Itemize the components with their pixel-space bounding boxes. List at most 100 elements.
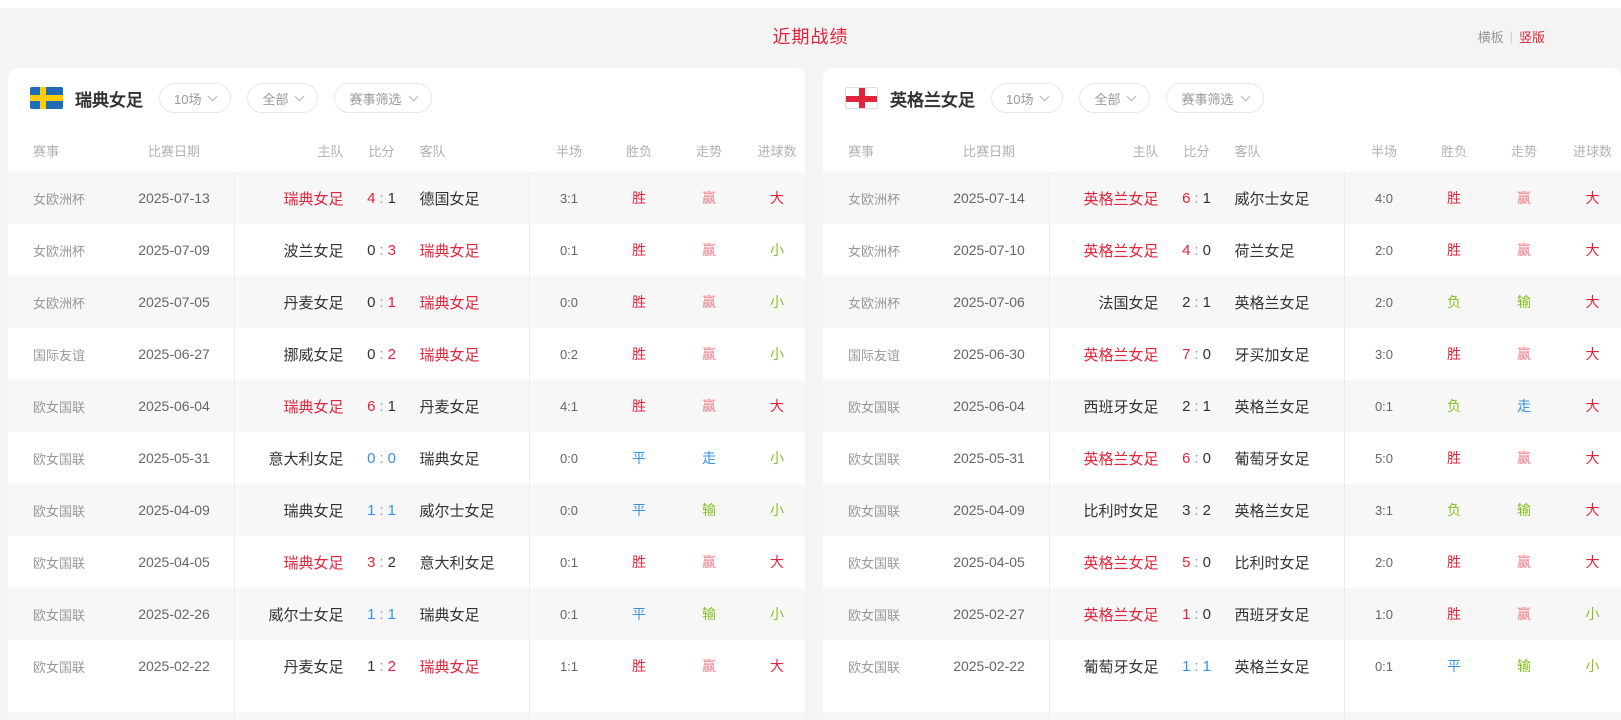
home-team: 挪威女足 [234, 344, 356, 365]
england-flag-icon [845, 87, 878, 109]
trend-cell: 走 [1484, 396, 1564, 416]
goals-cell: 小 [749, 240, 805, 260]
away-score: 1 [1203, 294, 1211, 311]
home-team: 意大利女足 [234, 448, 356, 469]
filter-pill-match-count[interactable]: 10场 [991, 83, 1063, 113]
match-rows: 女欧洲杯 2025-07-13 瑞典女足 4 : 1 德国女足 3:1 胜 赢 … [8, 172, 805, 692]
match-cell: 英格兰女足 4 : 0 荷兰女足 [1049, 240, 1344, 261]
column-header-away: 客队 [1223, 141, 1345, 160]
competition-cell: 国际友谊 [8, 345, 114, 364]
result-cell: 平 [609, 500, 669, 520]
competition-cell: 国际友谊 [823, 345, 929, 364]
away-score: 3 [388, 242, 396, 259]
sweden-flag-icon [30, 87, 63, 109]
home-team: 瑞典女足 [234, 500, 356, 521]
home-score: 1 [367, 606, 375, 623]
home-score: 0 [367, 242, 375, 259]
competition-cell: 欧女国联 [8, 553, 114, 572]
match-row: 欧女国联 2025-04-09 瑞典女足 1 : 1 威尔士女足 0:0 平 输… [8, 484, 805, 536]
column-header-competition: 赛事 [8, 141, 114, 160]
home-score: 6 [1182, 450, 1190, 467]
match-row: 欧女国联 2025-05-31 英格兰女足 6 : 0 葡萄牙女足 5:0 胜 … [823, 432, 1621, 484]
goals-cell: 大 [749, 188, 805, 208]
home-team: 葡萄牙女足 [1049, 656, 1171, 677]
away-team: 英格兰女足 [1223, 396, 1345, 417]
partial-next-row [823, 712, 1621, 720]
home-team: 瑞典女足 [234, 188, 356, 209]
goals-cell: 大 [1564, 188, 1621, 208]
competition-cell: 女欧洲杯 [823, 241, 929, 260]
result-cell: 胜 [609, 344, 669, 364]
goals-cell: 大 [1564, 552, 1621, 572]
view-toggle-divider: | [1510, 29, 1513, 44]
trend-cell: 赢 [669, 396, 749, 416]
match-cell: 瑞典女足 4 : 1 德国女足 [234, 188, 529, 209]
filter-pill-competition[interactable]: 赛事筛选 [334, 83, 431, 113]
filter-pill-match-count[interactable]: 10场 [159, 83, 231, 113]
date-cell: 2025-02-22 [929, 658, 1049, 674]
away-score: 0 [1203, 450, 1211, 467]
column-header-date: 比赛日期 [929, 141, 1049, 160]
goals-cell: 大 [1564, 448, 1621, 468]
score: 0 : 1 [356, 294, 408, 311]
match-row: 欧女国联 2025-02-22 丹麦女足 1 : 2 瑞典女足 1:1 胜 赢 … [8, 640, 805, 692]
away-team: 威尔士女足 [1223, 188, 1345, 209]
top-white-strip [0, 0, 1621, 8]
column-header-competition: 赛事 [823, 141, 929, 160]
column-header-result: 胜负 [1424, 141, 1484, 160]
panel-header: 瑞典女足 10场 全部 赛事筛选 [8, 68, 805, 128]
goals-cell: 大 [1564, 240, 1621, 260]
goals-cell: 小 [1564, 604, 1621, 624]
score: 3 : 2 [356, 554, 408, 571]
column-header-score: 比分 [1171, 141, 1223, 160]
halftime-cell: 0:1 [529, 555, 609, 570]
match-cell: 挪威女足 0 : 2 瑞典女足 [234, 344, 529, 365]
away-team: 瑞典女足 [408, 344, 530, 365]
away-team: 瑞典女足 [408, 656, 530, 677]
result-cell: 胜 [1424, 552, 1484, 572]
date-cell: 2025-04-09 [929, 502, 1049, 518]
competition-cell: 女欧洲杯 [823, 189, 929, 208]
date-cell: 2025-07-09 [114, 242, 234, 258]
match-row: 女欧洲杯 2025-07-13 瑞典女足 4 : 1 德国女足 3:1 胜 赢 … [8, 172, 805, 224]
score: 2 : 1 [1171, 294, 1223, 311]
date-cell: 2025-07-05 [114, 294, 234, 310]
home-score: 4 [1182, 242, 1190, 259]
match-row: 欧女国联 2025-04-05 瑞典女足 3 : 2 意大利女足 0:1 胜 赢… [8, 536, 805, 588]
trend-cell: 输 [1484, 292, 1564, 312]
match-cell: 丹麦女足 1 : 2 瑞典女足 [234, 656, 529, 677]
competition-cell: 欧女国联 [823, 449, 929, 468]
team-panel-england: 英格兰女足 10场 全部 赛事筛选 赛事 比赛日期 主队 比分 客队 半场 胜负… [823, 68, 1621, 720]
away-score: 1 [388, 294, 396, 311]
filter-pill-all[interactable]: 全部 [247, 83, 318, 113]
home-score: 1 [1182, 606, 1190, 623]
goals-cell: 小 [749, 344, 805, 364]
view-toggle-horizontal[interactable]: 横板 [1478, 27, 1504, 46]
chevron-down-icon [1240, 91, 1250, 101]
result-cell: 胜 [1424, 604, 1484, 624]
filter-pill-all[interactable]: 全部 [1079, 83, 1150, 113]
away-score: 0 [1203, 242, 1211, 259]
away-team: 瑞典女足 [408, 292, 530, 313]
goals-cell: 大 [1564, 292, 1621, 312]
match-rows: 女欧洲杯 2025-07-14 英格兰女足 6 : 1 威尔士女足 4:0 胜 … [823, 172, 1621, 692]
view-toggle-vertical[interactable]: 竖版 [1519, 27, 1545, 46]
home-team: 丹麦女足 [234, 656, 356, 677]
score: 6 : 1 [356, 398, 408, 415]
result-cell: 胜 [609, 396, 669, 416]
away-score: 2 [388, 658, 396, 675]
home-score: 1 [367, 502, 375, 519]
home-score: 7 [1182, 346, 1190, 363]
column-header-half: 半场 [529, 141, 609, 160]
score: 0 : 3 [356, 242, 408, 259]
filter-pill-competition[interactable]: 赛事筛选 [1166, 83, 1263, 113]
match-cell: 英格兰女足 1 : 0 西班牙女足 [1049, 604, 1344, 625]
result-cell: 平 [609, 604, 669, 624]
away-team: 葡萄牙女足 [1223, 448, 1345, 469]
score-colon: : [1194, 294, 1198, 311]
home-score: 3 [1182, 502, 1190, 519]
away-score: 1 [388, 398, 396, 415]
home-score: 2 [1182, 398, 1190, 415]
date-cell: 2025-06-27 [114, 346, 234, 362]
column-header-match: 主队 比分 客队 [1049, 141, 1344, 160]
